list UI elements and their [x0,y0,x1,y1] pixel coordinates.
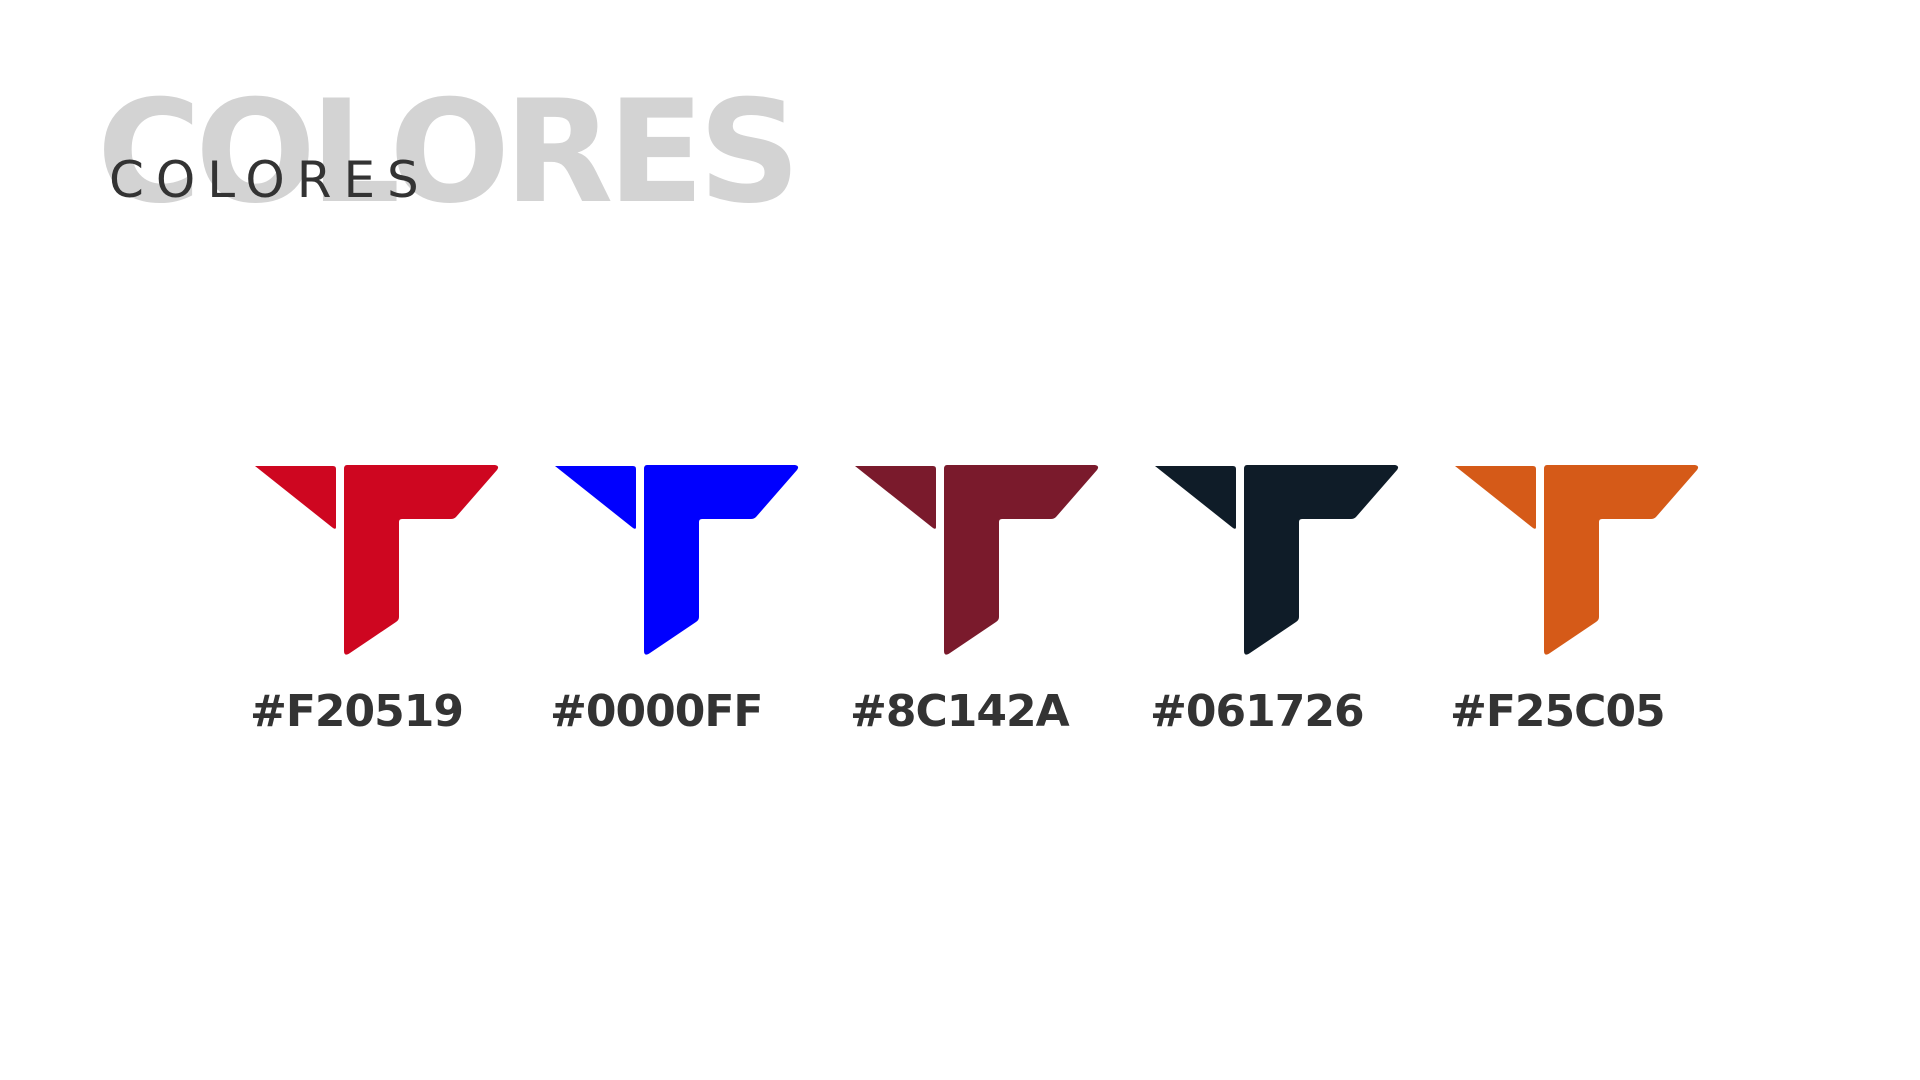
color-swatch: #0000FF [550,465,850,765]
color-hex-label: #8C142A [850,686,1070,737]
logo-t-left-shape [1455,466,1536,529]
logo-t-icon [855,465,1099,655]
logo-t-left-shape [855,466,936,529]
logo-t-left-shape [555,466,636,529]
color-hex-label: #061726 [1150,686,1365,737]
logo-t-right-shape [1544,465,1699,655]
logo-t-icon [555,465,799,655]
logo-t-icon [255,465,499,655]
page-title: COLORES [109,151,431,209]
logo-t-right-shape [944,465,1099,655]
color-swatch: #F20519 [250,465,550,765]
logo-t-right-shape [344,465,499,655]
logo-t-left-shape [1155,466,1236,529]
logo-t-icon [1455,465,1699,655]
color-hex-label: #0000FF [550,686,763,737]
color-hex-label: #F20519 [250,686,464,737]
logo-t-right-shape [1244,465,1399,655]
color-swatch: #8C142A [850,465,1150,765]
logo-t-left-shape [255,466,336,529]
color-swatch: #F25C05 [1450,465,1750,765]
color-swatch-row: #F20519 #0000FF #8C142A #061726 #F25C05 [250,465,1700,765]
logo-t-right-shape [644,465,799,655]
color-hex-label: #F25C05 [1450,686,1666,737]
logo-t-icon [1155,465,1399,655]
color-swatch: #061726 [1150,465,1450,765]
